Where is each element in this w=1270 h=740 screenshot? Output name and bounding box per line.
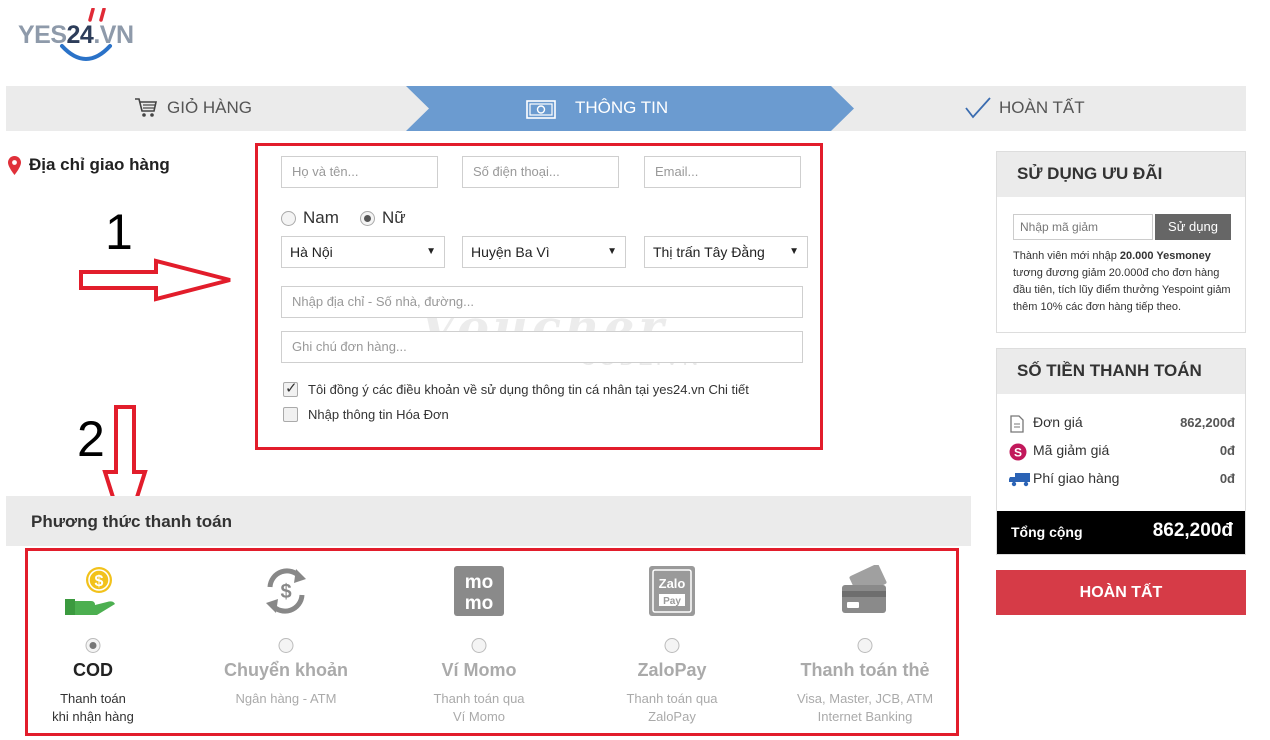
terms-detail-link[interactable]: Chi tiết [708, 382, 748, 397]
order-note-input[interactable]: Ghi chú đơn hàng... [281, 331, 803, 363]
transfer-radio[interactable] [278, 638, 294, 653]
svg-text:mo: mo [465, 593, 494, 614]
payment-method-cod[interactable]: $ COD Thanh toán khi nhận hàng [3, 551, 183, 736]
coupon-input[interactable]: Nhập mã giảm [1013, 214, 1153, 240]
cod-desc: Thanh toán khi nhận hàng [52, 691, 134, 724]
cash-hand-icon: $ [65, 567, 115, 615]
zalopay-radio[interactable] [664, 638, 680, 653]
zalopay-icon: Zalo Pay [649, 566, 695, 616]
coupon-promo-text: Thành viên mới nhập 20.000 Yesmoney tươn… [1013, 250, 1231, 313]
transfer-desc: Ngân hàng - ATM [235, 691, 337, 706]
payment-method-header: Phương thức thanh toán [6, 496, 971, 546]
annotation-number-1: 1 [105, 204, 133, 260]
ward-select[interactable]: Thị trấn Tây Đằng ▼ [644, 236, 808, 268]
unit-price-row: Đơn giá 862,200đ [1009, 414, 1235, 434]
momo-radio[interactable] [471, 638, 487, 653]
chevron-down-icon: ▼ [426, 246, 436, 257]
email-input[interactable]: Email... [644, 156, 801, 188]
cod-radio[interactable] [85, 638, 101, 653]
payment-method-zalopay[interactable]: Zalo Pay ZaloPay Thanh toán qua ZaloPay [582, 551, 762, 736]
coupon-s-icon: S [1009, 443, 1027, 461]
payment-method-transfer[interactable]: $ Chuyển khoản Ngân hàng - ATM [196, 551, 376, 736]
cart-icon [135, 98, 157, 117]
street-address-input[interactable]: Nhập địa chỉ - Số nhà, đường... [281, 286, 803, 318]
svg-text:$: $ [280, 581, 291, 603]
district-select[interactable]: Huyện Ba Vì ▼ [462, 236, 626, 268]
province-select[interactable]: Hà Nội ▼ [281, 236, 445, 268]
payment-summary-panel: SỐ TIỀN THANH TOÁN Đơn giá 862,200đ S Mã… [996, 348, 1246, 555]
yes24-logo[interactable]: YES24.VN [18, 8, 158, 68]
money-icon [526, 100, 556, 119]
terms-checkbox[interactable] [283, 379, 298, 397]
zalopay-title: ZaloPay [637, 660, 707, 680]
svg-text:$: $ [95, 573, 104, 590]
finish-button[interactable]: HOÀN TẤT [996, 570, 1246, 615]
check-icon [965, 97, 991, 119]
gender-male-label: Nam [303, 208, 339, 227]
total-row: Tổng cộng 862,200đ [997, 511, 1245, 554]
svg-text:S: S [1014, 446, 1022, 460]
gender-male-radio[interactable] [281, 211, 296, 226]
payment-method-momo[interactable]: mo mo Ví Momo Thanh toán qua Ví Momo [389, 551, 569, 736]
apply-coupon-button[interactable]: Sử dụng [1155, 214, 1231, 240]
cod-title: COD [73, 660, 113, 680]
svg-text:Pay: Pay [663, 596, 681, 607]
invoice-label: Nhập thông tin Hóa Đơn [308, 407, 449, 422]
payment-method-title: Phương thức thanh toán [31, 512, 233, 531]
step-info[interactable]: THÔNG TIN [575, 98, 668, 118]
svg-text:mo: mo [465, 572, 494, 593]
location-pin-icon [8, 155, 21, 175]
annotation-number-2: 2 [77, 411, 105, 467]
discount-row: S Mã giảm giá 0đ [1009, 442, 1235, 462]
shipping-address-title: Địa chỉ giao hàng [8, 155, 170, 175]
gender-female-label: Nữ [382, 208, 406, 227]
momo-desc: Thanh toán qua Ví Momo [433, 691, 525, 724]
address-form-highlight: Họ và tên... Số điện thoại... Email... N… [255, 143, 823, 450]
momo-title: Ví Momo [441, 660, 517, 680]
logo-dots-icon [88, 8, 106, 22]
momo-icon: mo mo [454, 566, 504, 616]
annotation-arrow-right-icon [79, 258, 231, 302]
cards-icon [842, 565, 887, 613]
summary-title: SỐ TIỀN THANH TOÁN [997, 349, 1245, 394]
payment-methods-highlight: $ COD Thanh toán khi nhận hàng $ Chuyển k… [25, 548, 959, 736]
payment-method-card[interactable]: Thanh toán thẻ Visa, Master, JCB, ATM Int… [775, 551, 955, 736]
step-finish[interactable]: HOÀN TẤT [999, 98, 1085, 118]
logo-smile-icon [60, 44, 112, 61]
phone-input[interactable]: Số điện thoại... [462, 156, 619, 188]
coupon-title: SỬ DỤNG ƯU ĐÃI [997, 152, 1245, 197]
gender-female-radio[interactable] [360, 211, 375, 226]
transfer-title: Chuyển khoản [223, 660, 348, 680]
invoice-checkbox[interactable] [283, 407, 298, 422]
svg-text:Zalo: Zalo [659, 576, 686, 591]
chevron-down-icon: ▼ [607, 246, 617, 257]
checkout-steps: GIỎ HÀNG THÔNG TIN HOÀN TẤT [6, 86, 1246, 131]
terms-label: Tôi đồng ý các điều khoản về sử dụng thô… [308, 382, 749, 397]
shipping-row: Phí giao hàng 0đ [1009, 470, 1235, 490]
zalopay-desc: Thanh toán qua ZaloPay [626, 691, 718, 724]
card-title: Thanh toán thẻ [800, 660, 930, 680]
card-desc: Visa, Master, JCB, ATM Internet Banking [796, 691, 934, 724]
truck-icon [1009, 473, 1030, 487]
step-cart[interactable]: GIỎ HÀNG [167, 98, 252, 118]
card-radio[interactable] [857, 638, 873, 653]
chevron-down-icon: ▼ [789, 246, 799, 257]
transfer-icon: $ [266, 568, 306, 614]
coupon-panel: SỬ DỤNG ƯU ĐÃI Nhập mã giảm Sử dụng Thàn… [996, 151, 1246, 333]
document-icon [1010, 415, 1024, 433]
name-input[interactable]: Họ và tên... [281, 156, 438, 188]
